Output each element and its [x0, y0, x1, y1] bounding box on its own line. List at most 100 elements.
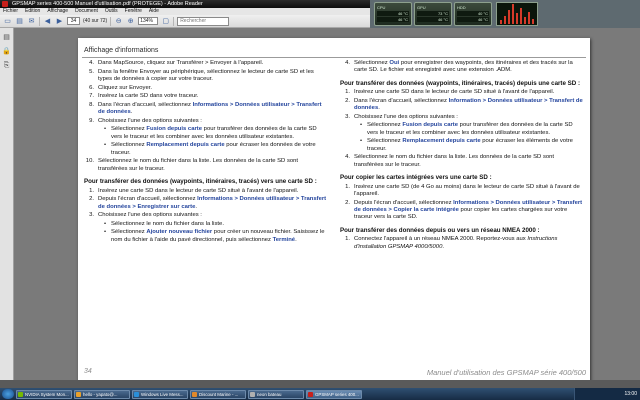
- lock-icon[interactable]: 🔒: [2, 47, 11, 56]
- gadget-row: 40 °C: [457, 11, 489, 16]
- graph-bar: [524, 17, 526, 24]
- cpu-temp-gadget: CPU 46 °C 46 °C: [374, 2, 412, 26]
- menu-bar: Fichier Edition Affichage Document Outil…: [0, 8, 370, 15]
- taskbar-item[interactable]: Discount Marine - ...: [190, 389, 246, 399]
- list-item: 8. Dans l'écran d'accueil, sélectionnez I…: [89, 101, 322, 116]
- gadget-value: 73 °C: [437, 11, 448, 16]
- bullet-item: • Sélectionnez le nom du fichier dans la …: [104, 220, 224, 227]
- gadget-value: 46 °C: [437, 17, 448, 22]
- list-item: 4. Sélectionnez le nom du fichier dans la…: [345, 154, 555, 168]
- app-icon: [308, 391, 313, 397]
- menu-file[interactable]: Fichier: [3, 8, 18, 15]
- menu-tools[interactable]: Outils: [105, 8, 118, 15]
- taskbar-item[interactable]: hello - yapato@...: [74, 389, 130, 399]
- gadget-value: 46 °C: [397, 17, 408, 22]
- list-item: 7. Insérez la carte SD dans votre traceur…: [89, 93, 199, 100]
- toolbar-separator: [39, 16, 40, 26]
- taskbar-item[interactable]: NVIDIA System Mon...: [16, 389, 72, 399]
- hdd-temp-gadget: HDD 40 °C 46 °C: [454, 2, 492, 26]
- graph-bar: [500, 20, 502, 24]
- list-item: 2. Depuis l'écran d'accueil, sélectionnez…: [345, 199, 583, 221]
- gadget-label: GPU: [417, 5, 426, 10]
- procedure-heading: Pour transférer des données depuis ou ve…: [340, 226, 540, 234]
- left-column: 4. Dans MapSource, cliquez sur Transférer…: [84, 60, 329, 245]
- gadget-value: 46 °C: [477, 17, 488, 22]
- gadget-row: 73 °C: [417, 11, 449, 16]
- menu-view[interactable]: Affichage: [47, 8, 68, 15]
- prev-page-icon[interactable]: ◀: [43, 17, 52, 26]
- gadget-value: 46 °C: [397, 11, 408, 16]
- app-icon: [134, 391, 139, 397]
- print-icon[interactable]: ▤: [15, 17, 24, 26]
- app-icon: [76, 391, 81, 397]
- page-number: 34: [84, 368, 92, 375]
- gadget-row: 46 °C: [457, 17, 489, 22]
- page-number-input[interactable]: 34: [67, 17, 80, 25]
- list-item: 5. Dans la fenêtre Envoyer au périphériqu…: [89, 68, 314, 82]
- clock[interactable]: 13:00: [624, 391, 637, 397]
- gpu-temp-gadget: GPU 73 °C 46 °C: [414, 2, 452, 26]
- bullet-item: • Sélectionnez Fusion depuis carte pour t…: [360, 122, 573, 136]
- menu-help[interactable]: Aide: [149, 8, 159, 15]
- list-item: 4. Dans MapSource, cliquez sur Transférer…: [89, 60, 264, 66]
- right-column: 4. Sélectionnez Oui pour enregistrer des …: [340, 60, 585, 252]
- menu-edit[interactable]: Edition: [25, 8, 40, 15]
- graph-bar: [504, 16, 506, 24]
- list-item: 3. Choisissez l'une des options suivantes…: [89, 212, 202, 219]
- graph-bar: [512, 4, 514, 24]
- list-item: 2. Depuis l'écran d'accueil, sélectionnez…: [89, 196, 327, 210]
- graph-bar: [528, 12, 530, 24]
- adobe-reader-icon: [2, 1, 8, 7]
- pages-panel-icon[interactable]: ▤: [2, 33, 11, 42]
- status-strip: [0, 380, 640, 388]
- list-item: 3. Choisissez l'une des options suivantes…: [345, 113, 458, 120]
- app-icon: [250, 391, 255, 397]
- toolbar-separator: [110, 16, 112, 26]
- desktop-gadgets: CPU 46 °C 46 °C GPU 73 °C 46 °C HDD 40 °…: [370, 0, 640, 28]
- taskbar-item[interactable]: Windows Live Mess...: [132, 389, 188, 399]
- pdf-page: Affichage d'informations 4. Dans MapSourc…: [78, 38, 590, 380]
- taskbar-item-active[interactable]: GPSMAP series 400...: [306, 389, 362, 399]
- list-item: 10. Sélectionnez le nom du fichier dans l…: [85, 158, 299, 172]
- gadget-row: 46 °C: [377, 17, 409, 22]
- open-folder-icon[interactable]: ▭: [3, 17, 12, 26]
- menu-document[interactable]: Document: [75, 8, 98, 15]
- list-item: 6. Cliquez sur Envoyer.: [89, 84, 153, 91]
- document-viewport[interactable]: Affichage d'informations 4. Dans MapSourc…: [14, 28, 640, 380]
- gadget-value: 40 °C: [477, 11, 488, 16]
- navigation-sidebar: ▤ 🔒 ⎘ 📎: [0, 28, 14, 396]
- procedure-heading: Pour transférer des données (waypoints, …: [84, 178, 317, 186]
- start-button[interactable]: [2, 389, 14, 399]
- bullet-item: • Sélectionnez Remplacement depuis carte …: [360, 138, 573, 152]
- menu-window[interactable]: Fenêtre: [125, 8, 142, 15]
- list-item: 1. Insérez une carte SD dans le lecteur d…: [89, 187, 299, 194]
- footer-title: Manuel d'utilisation des GPSMAP série 40…: [426, 368, 586, 377]
- gadget-row: 46 °C: [377, 11, 409, 16]
- zoom-out-icon[interactable]: ⊖: [114, 17, 123, 26]
- zoom-in-icon[interactable]: ⊕: [126, 17, 135, 26]
- gadget-label: HDD: [457, 5, 466, 10]
- app-icon: [18, 391, 23, 397]
- bullet-item: • Sélectionnez Ajouter nouveau fichier po…: [104, 229, 325, 243]
- toolbar: ▭ ▤ ✉ ◀ ▶ 34 (40 sur 72) ⊖ ⊕ 134% ▢ Rech…: [0, 15, 370, 28]
- zoom-select[interactable]: 134%: [138, 17, 159, 25]
- next-page-icon[interactable]: ▶: [55, 17, 64, 26]
- window-title: GPSMAP series 400-500 Manuel d'utilisati…: [12, 1, 203, 7]
- bookmarks-icon[interactable]: ⎘: [2, 61, 11, 70]
- taskbar: NVIDIA System Mon... hello - yapato@... …: [0, 388, 640, 400]
- list-item: 1. Insérez une carte SD (de 4 Go au moins…: [345, 183, 580, 198]
- list-item: 1. Connectez l'appareil à un réseau NMEA …: [345, 236, 558, 250]
- taskbar-item[interactable]: neon bateau: [248, 389, 304, 399]
- bullet-item: • Sélectionnez Fusion depuis carte pour t…: [104, 126, 317, 140]
- graph-bar: [532, 19, 534, 24]
- email-icon[interactable]: ✉: [27, 17, 36, 26]
- graph-bar: [508, 10, 510, 24]
- graph-bar: [516, 13, 518, 24]
- search-input[interactable]: Rechercher: [177, 16, 230, 26]
- heading-divider: [82, 57, 586, 58]
- list-item: 1. Insérez une carte SD dans le lecteur d…: [345, 89, 555, 96]
- bullet-item: • Sélectionnez Remplacement depuis carte …: [104, 142, 316, 156]
- list-item: 4. Sélectionnez Oui pour enregistrer des …: [345, 60, 573, 74]
- system-tray: 13:00: [574, 388, 640, 400]
- fit-page-icon[interactable]: ▢: [161, 17, 170, 26]
